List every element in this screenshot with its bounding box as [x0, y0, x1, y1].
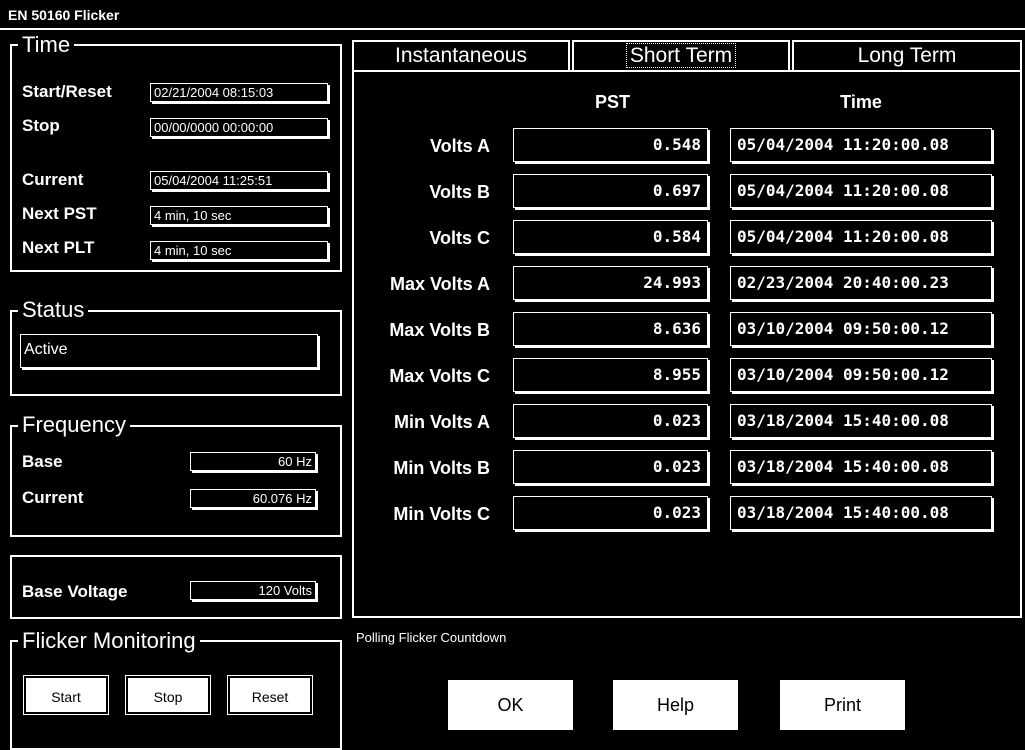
- frequency-base-field[interactable]: 60 Hz: [190, 452, 316, 471]
- status-group-title: Status: [18, 299, 89, 321]
- stop-field[interactable]: 00/00/0000 00:00:00: [150, 118, 328, 137]
- time-value-field: 03/10/2004 09:50:00.12: [730, 312, 992, 346]
- tab-short-term[interactable]: Short Term: [572, 40, 790, 70]
- start-button[interactable]: Start: [23, 675, 109, 715]
- row-label: Min Volts B: [393, 458, 490, 478]
- row-label: Max Volts A: [389, 274, 490, 294]
- frequency-current-field[interactable]: 60.076 Hz: [190, 489, 316, 508]
- time-value-field: 02/23/2004 20:40:00.23: [730, 266, 992, 300]
- next-pst-label: Next PST: [22, 204, 97, 223]
- stop-label: Stop: [22, 116, 60, 135]
- status-field: Active: [20, 334, 318, 368]
- pst-value-field: 0.548: [513, 128, 708, 162]
- frequency-base-label: Base: [22, 452, 63, 471]
- tab-short-term-label: Short Term: [625, 43, 737, 68]
- frequency-group-title: Frequency: [18, 414, 130, 436]
- current-time-field[interactable]: 05/04/2004 11:25:51: [150, 171, 328, 190]
- pst-value-field: 0.023: [513, 496, 708, 530]
- pst-column-header: PST: [594, 92, 630, 112]
- row-label: Max Volts B: [389, 320, 490, 340]
- frequency-current-label: Current: [22, 488, 84, 507]
- time-value-field: 03/18/2004 15:40:00.08: [730, 496, 992, 530]
- pst-value-field: 0.023: [513, 450, 708, 484]
- pst-value-field: 24.993: [513, 266, 708, 300]
- time-value-field: 03/10/2004 09:50:00.12: [730, 358, 992, 392]
- tab-long-term[interactable]: Long Term: [792, 40, 1022, 70]
- time-group-title: Time: [18, 34, 75, 56]
- row-label: Min Volts C: [393, 504, 490, 524]
- pst-value-field: 0.023: [513, 404, 708, 438]
- title-bar: EN 50160 Flicker: [0, 0, 1025, 30]
- polling-status-text: Polling Flicker Countdown: [356, 630, 507, 645]
- flicker-monitoring-title: Flicker Monitoring: [18, 630, 200, 652]
- row-label: Volts C: [429, 228, 490, 248]
- tab-instantaneous-label: Instantaneous: [395, 44, 527, 67]
- pst-value-field: 8.636: [513, 312, 708, 346]
- base-voltage-field[interactable]: 120 Volts: [190, 581, 316, 600]
- time-value-field: 05/04/2004 11:20:00.08: [730, 174, 992, 208]
- next-plt-label: Next PLT: [22, 238, 95, 257]
- stop-button[interactable]: Stop: [125, 675, 211, 715]
- row-label: Max Volts C: [389, 366, 490, 386]
- start-reset-field[interactable]: 02/21/2004 08:15:03: [150, 83, 328, 102]
- pst-value-field: 0.697: [513, 174, 708, 208]
- tab-instantaneous[interactable]: Instantaneous: [352, 40, 570, 70]
- row-label: Min Volts A: [394, 412, 490, 432]
- window-title: EN 50160 Flicker: [8, 7, 120, 23]
- time-value-field: 05/04/2004 11:20:00.08: [730, 220, 992, 254]
- base-voltage-label: Base Voltage: [22, 582, 128, 601]
- pst-value-field: 8.955: [513, 358, 708, 392]
- help-button[interactable]: Help: [613, 680, 738, 730]
- row-label: Volts B: [429, 182, 490, 202]
- time-column-header: Time: [840, 92, 882, 112]
- frequency-group: [10, 425, 342, 537]
- current-time-label: Current: [22, 170, 84, 189]
- row-label: Volts A: [429, 136, 490, 156]
- time-value-field: 03/18/2004 15:40:00.08: [730, 450, 992, 484]
- next-pst-field[interactable]: 4 min, 10 sec: [150, 206, 328, 225]
- pst-value-field: 0.584: [513, 220, 708, 254]
- ok-button[interactable]: OK: [448, 680, 573, 730]
- tab-long-term-label: Long Term: [857, 44, 957, 67]
- start-reset-label: Start/Reset: [22, 82, 112, 101]
- next-plt-field[interactable]: 4 min, 10 sec: [150, 241, 328, 260]
- reset-button[interactable]: Reset: [227, 675, 313, 715]
- print-button[interactable]: Print: [780, 680, 905, 730]
- time-value-field: 05/04/2004 11:20:00.08: [730, 128, 992, 162]
- time-value-field: 03/18/2004 15:40:00.08: [730, 404, 992, 438]
